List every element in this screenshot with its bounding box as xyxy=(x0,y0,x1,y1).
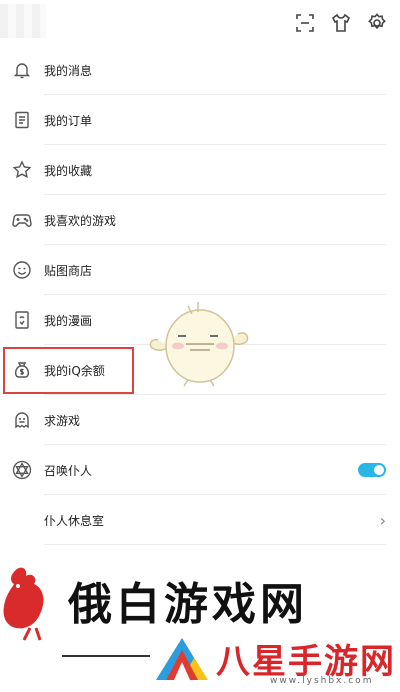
tshirt-icon[interactable] xyxy=(330,12,352,34)
top-icons xyxy=(294,12,388,34)
gamepad-icon xyxy=(11,209,33,231)
menu-item-liked-games[interactable]: 我喜欢的游戏 xyxy=(0,195,400,245)
menu-item-messages[interactable]: 我的消息 xyxy=(0,45,400,95)
order-icon xyxy=(11,109,33,131)
divider xyxy=(44,544,386,545)
menu-item-label: 我的iQ余额 xyxy=(44,363,105,378)
scan-icon[interactable] xyxy=(294,12,316,34)
bell-icon xyxy=(11,59,33,81)
money-bag-icon xyxy=(11,359,33,381)
hexagram-icon xyxy=(11,459,33,481)
menu-item-orders[interactable]: 我的订单 xyxy=(0,95,400,145)
watermark-title: 俄白游戏网 xyxy=(68,579,308,630)
mascot-illustration xyxy=(149,302,249,387)
menu-item-label: 我的漫画 xyxy=(44,313,93,328)
watermark-logo-icon xyxy=(156,638,208,680)
settings-icon[interactable] xyxy=(366,12,388,34)
menu-list: 我的消息 我的订单 我的收藏 我喜欢的游戏 贴图商店 我的漫画 我的iQ余额 求… xyxy=(0,45,400,545)
watermark-url: www.lyshbx.com xyxy=(270,676,374,686)
star-icon xyxy=(11,159,33,181)
menu-item-label: 求游戏 xyxy=(44,413,81,428)
menu-item-request-game[interactable]: 求游戏 xyxy=(0,395,400,445)
avatar[interactable] xyxy=(0,4,46,38)
menu-item-label: 我的收藏 xyxy=(44,163,93,178)
comic-icon xyxy=(11,309,33,331)
menu-item-label: 我的消息 xyxy=(44,63,93,78)
top-bar xyxy=(0,0,400,50)
menu-item-summon-servant[interactable]: 召唤仆人 xyxy=(0,445,400,495)
summon-servant-toggle[interactable] xyxy=(358,463,386,477)
menu-item-favorites[interactable]: 我的收藏 xyxy=(0,145,400,195)
menu-item-label: 仆人休息室 xyxy=(44,513,105,528)
watermark-line xyxy=(62,655,150,657)
emoji-icon xyxy=(11,259,33,281)
menu-item-label: 召唤仆人 xyxy=(44,463,93,478)
menu-item-label: 我喜欢的游戏 xyxy=(44,213,117,228)
chevron-right-icon: › xyxy=(379,510,386,530)
menu-item-servant-lounge[interactable]: 仆人休息室 › xyxy=(0,495,400,545)
menu-item-sticker-store[interactable]: 贴图商店 xyxy=(0,245,400,295)
ghost-icon xyxy=(11,409,33,431)
menu-item-label: 贴图商店 xyxy=(44,263,93,278)
rooster-logo xyxy=(3,567,44,641)
menu-item-label: 我的订单 xyxy=(44,113,93,128)
